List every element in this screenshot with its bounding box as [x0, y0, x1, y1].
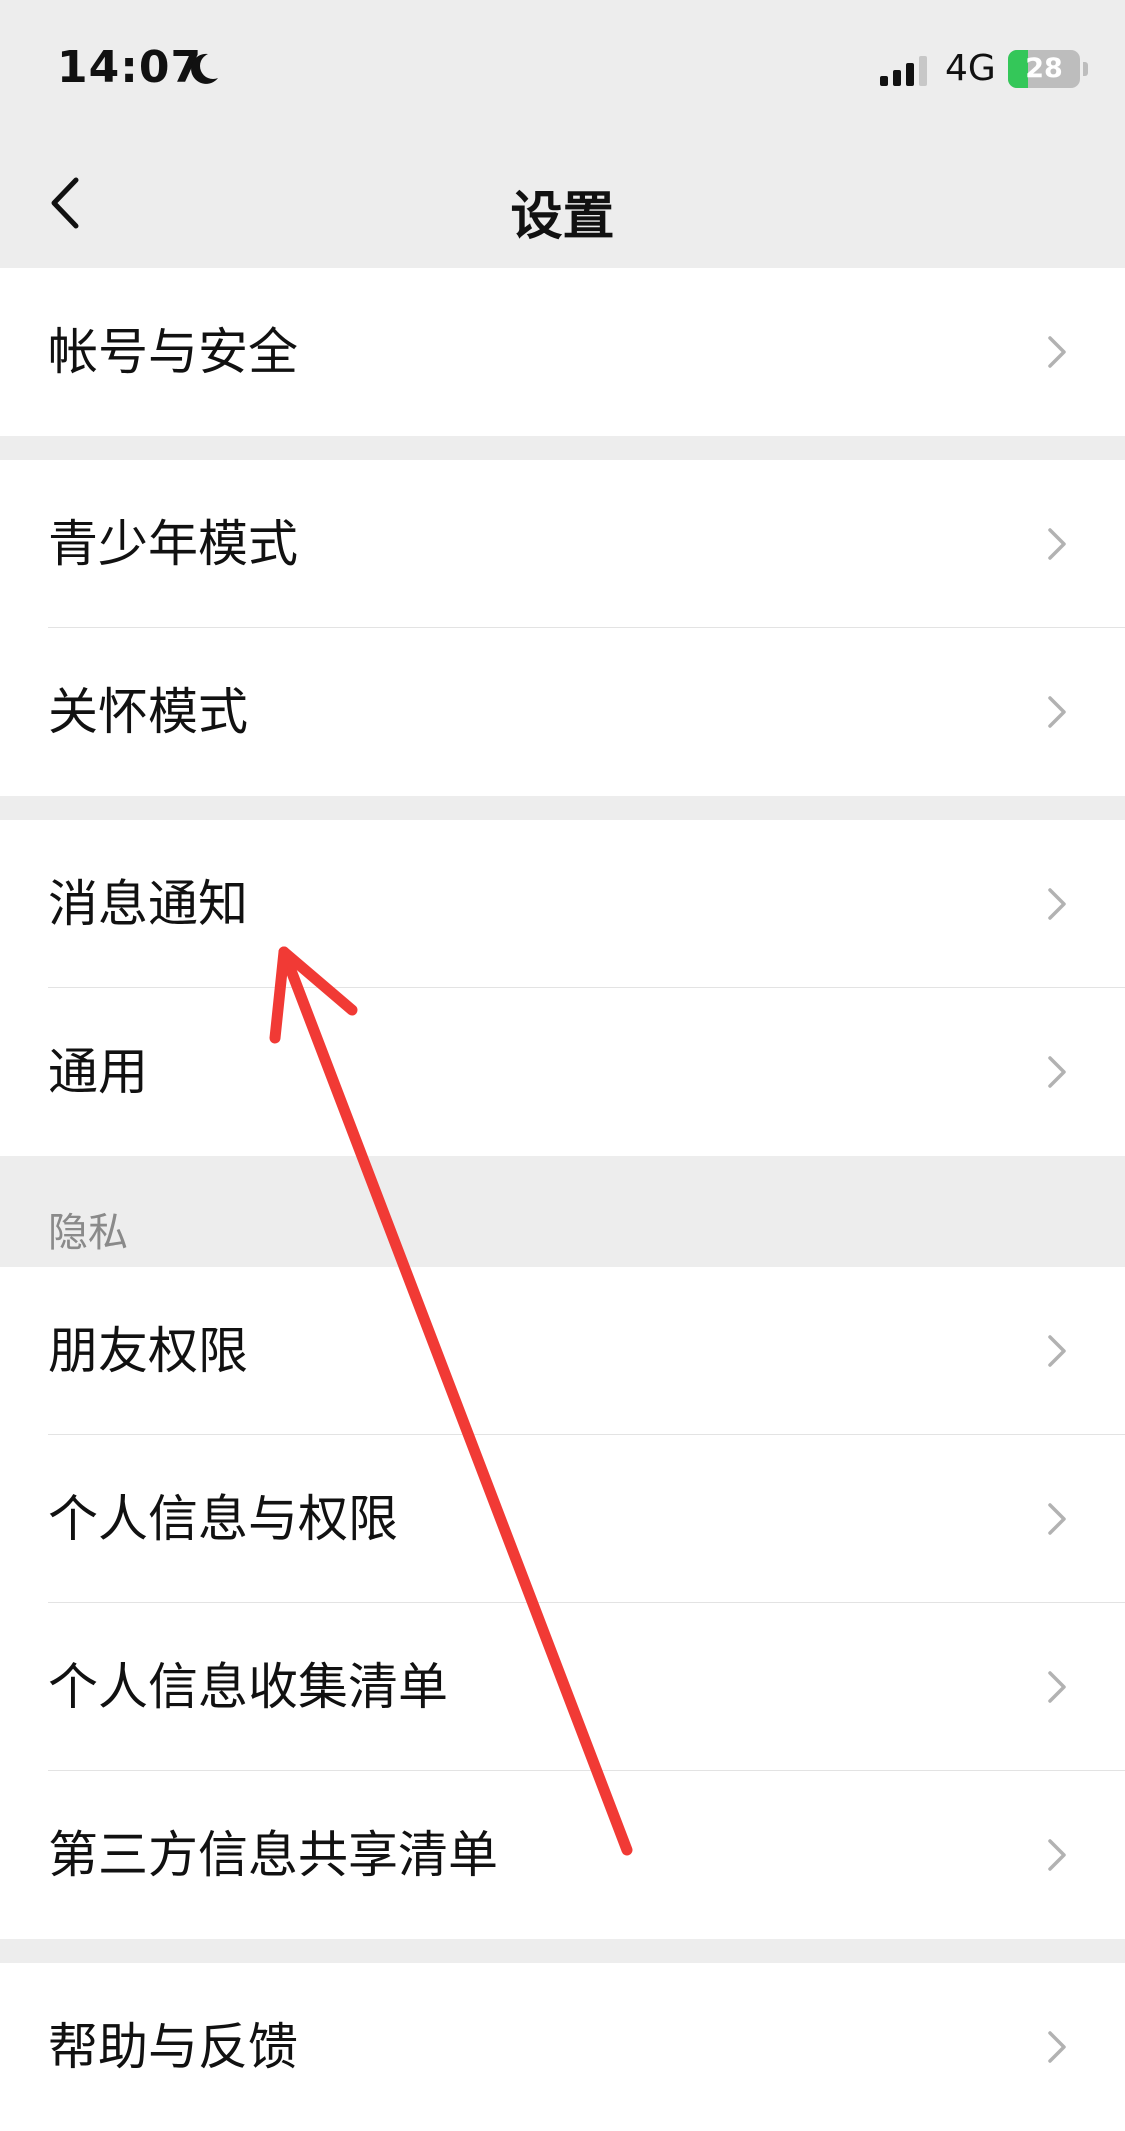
settings-item-notifications[interactable]: 消息通知: [0, 820, 1125, 988]
chevron-right-icon: [1048, 1056, 1066, 1088]
nav-bar: 设置: [0, 140, 1125, 268]
battery-charging-icon: 28: [1008, 50, 1080, 88]
settings-group-privacy: 朋友权限 个人信息与权限 个人信息收集清单 第三方信息共享清单: [0, 1267, 1125, 1939]
settings-item-friend-permissions[interactable]: 朋友权限: [0, 1267, 1125, 1435]
settings-group-general: 消息通知 通用: [0, 820, 1125, 1156]
settings-item-info-collection-list[interactable]: 个人信息收集清单: [0, 1603, 1125, 1771]
settings-item-label: 帐号与安全: [48, 323, 298, 381]
status-time: 14:07: [57, 42, 203, 93]
settings-item-label: 消息通知: [48, 875, 248, 933]
chevron-right-icon: [1048, 1335, 1066, 1367]
cellular-signal-icon: [880, 56, 927, 86]
settings-item-label: 朋友权限: [48, 1322, 248, 1380]
settings-item-youth-mode[interactable]: 青少年模式: [0, 460, 1125, 628]
settings-item-help-feedback[interactable]: 帮助与反馈: [0, 1963, 1125, 2131]
settings-item-personal-info-permissions[interactable]: 个人信息与权限: [0, 1435, 1125, 1603]
settings-item-label: 个人信息与权限: [48, 1490, 398, 1548]
settings-item-third-party-sharing-list[interactable]: 第三方信息共享清单: [0, 1771, 1125, 1939]
chevron-right-icon: [1048, 336, 1066, 368]
settings-group-modes: 青少年模式 关怀模式: [0, 460, 1125, 796]
status-bar: 14:07 4G 28: [0, 0, 1125, 140]
chevron-right-icon: [1048, 1503, 1066, 1535]
settings-item-care-mode[interactable]: 关怀模式: [0, 628, 1125, 796]
settings-item-general[interactable]: 通用: [0, 988, 1125, 1156]
chevron-right-icon: [1048, 696, 1066, 728]
settings-item-label: 帮助与反馈: [48, 2018, 298, 2076]
section-label-privacy: 隐私: [48, 1210, 128, 1256]
settings-item-label: 青少年模式: [48, 515, 298, 573]
chevron-right-icon: [1048, 1671, 1066, 1703]
chevron-right-icon: [1048, 528, 1066, 560]
battery-percent: 28: [1025, 53, 1063, 84]
settings-item-account-security[interactable]: 帐号与安全: [0, 268, 1125, 436]
battery-cap: [1083, 62, 1088, 76]
chevron-right-icon: [1048, 888, 1066, 920]
moon-icon: [191, 53, 218, 84]
network-type: 4G: [945, 48, 996, 89]
settings-item-label: 第三方信息共享清单: [48, 1826, 498, 1884]
chevron-right-icon: [1048, 1839, 1066, 1871]
settings-group-help: 帮助与反馈: [0, 1963, 1125, 2131]
settings-group-account: 帐号与安全: [0, 268, 1125, 436]
settings-item-label: 关怀模式: [48, 683, 248, 741]
chevron-right-icon: [1048, 2031, 1066, 2063]
settings-item-label: 个人信息收集清单: [48, 1658, 448, 1716]
settings-item-label: 通用: [48, 1043, 148, 1101]
page-title: 设置: [510, 187, 615, 247]
